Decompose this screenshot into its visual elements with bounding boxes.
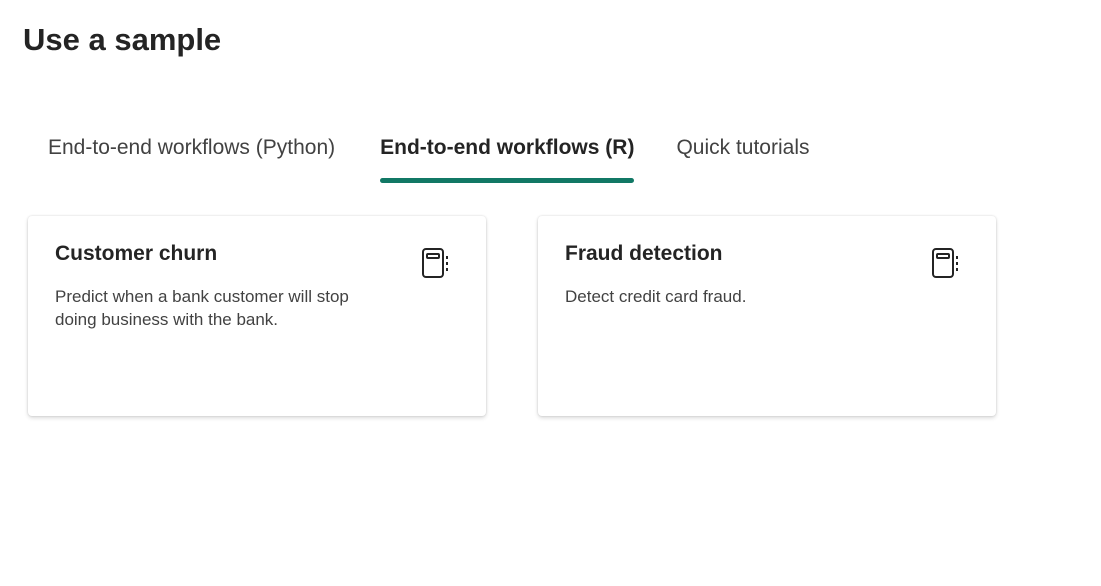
notebook-icon xyxy=(932,248,958,278)
card-description: Detect credit card fraud. xyxy=(565,287,747,306)
card-description: Predict when a bank customer will stop d… xyxy=(55,287,349,329)
sample-card-fraud-detection[interactable]: Fraud detection Detect credit card fraud… xyxy=(538,216,996,416)
tab-list: End-to-end workflows (Python) End-to-end… xyxy=(48,130,809,186)
tab-quick-tutorials[interactable]: Quick tutorials xyxy=(676,130,809,184)
sample-card-customer-churn[interactable]: Customer churn Predict when a bank custo… xyxy=(28,216,486,416)
card-title: Fraud detection xyxy=(565,242,723,265)
page-title: Use a sample xyxy=(23,22,222,57)
card-title: Customer churn xyxy=(55,242,218,265)
tab-r-workflows[interactable]: End-to-end workflows (R) xyxy=(380,130,635,184)
tab-python-workflows[interactable]: End-to-end workflows (Python) xyxy=(48,130,335,184)
notebook-icon xyxy=(422,248,448,278)
sample-card-list: Customer churn Predict when a bank custo… xyxy=(28,216,996,416)
page: Use a sample End-to-end workflows (Pytho… xyxy=(0,0,1101,586)
